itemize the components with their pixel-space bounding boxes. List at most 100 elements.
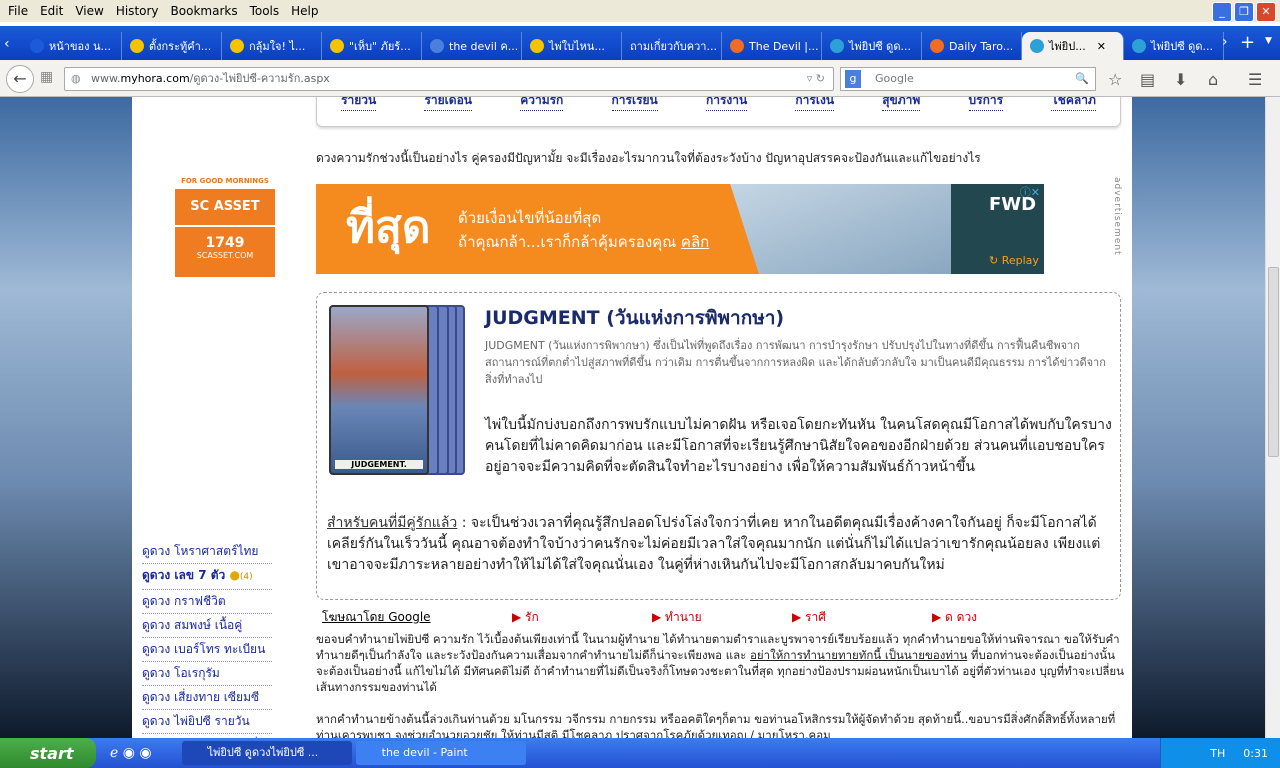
favicon-icon [230, 39, 244, 53]
tab-label: กลุ้มใจ! ไ... [249, 40, 306, 53]
tab[interactable]: ไพ่ยิป... ✕ [1022, 32, 1124, 60]
language-indicator[interactable]: TH [1210, 747, 1225, 760]
side-link[interactable]: ดูดวง โหราศาสตร์ไทย [142, 540, 272, 564]
ad-link[interactable]: ▶ รัก [512, 608, 652, 627]
menu-help[interactable]: Help [291, 4, 318, 18]
card-reading-single: ไพ่ใบนี้มักบ่งบอกถึงการพบรักแบบไม่คาดฝัน… [485, 417, 1112, 475]
replay-button[interactable]: ↻ Replay [989, 254, 1039, 267]
close-button[interactable]: ✕ [1256, 2, 1276, 22]
tab-groups-icon[interactable]: ▦ [40, 69, 53, 85]
menu-history[interactable]: History [116, 4, 159, 18]
taskbar-item-paint[interactable]: the devil - Paint [355, 741, 526, 765]
favicon-icon [530, 39, 544, 53]
tab-label: the devil ค... [449, 40, 519, 53]
url-prefix: www. [91, 72, 121, 85]
reading-list-icon[interactable]: ▤ [1140, 70, 1155, 89]
tab[interactable]: กลุ้มใจ! ไ... [222, 32, 322, 60]
tab-label: The Devil |... [749, 39, 819, 53]
menu-bookmarks[interactable]: Bookmarks [171, 4, 238, 18]
tarot-card-panel: JUDGEMENT. JUDGMENT (วันแห่งการพิพากษา) … [316, 292, 1121, 600]
tab-close-icon[interactable]: ✕ [1097, 40, 1106, 53]
search-magnifier-icon[interactable]: 🔍 [1075, 68, 1089, 90]
tab[interactable]: ไพ่ใบไหน... [522, 32, 622, 60]
ad-close-icon[interactable]: ⓘ✕ [1020, 184, 1040, 200]
side-link-label: ดูดวง สมพงษ์ เนื้อคู่ [142, 618, 243, 632]
tab-label: ไพ่ยิปซี ดูด... [849, 40, 911, 53]
banner-ad[interactable]: ที่สุด ด้วยเงื่อนไขที่น้อยที่สุด ถ้าคุณก… [316, 184, 1044, 274]
nav-link[interactable]: บริการ [968, 97, 1004, 111]
scrollbar-thumb[interactable] [1268, 267, 1279, 457]
judgement-card-image: JUDGEMENT. [329, 305, 469, 475]
leftad-phone: 1749 [205, 235, 245, 251]
leftad-tag: FOR GOOD MORNINGS [181, 177, 269, 185]
category-nav: รายวัน รายเดือน ความรัก การเรียน การงาน การเง… [316, 97, 1121, 127]
download-icon[interactable]: ⬇ [1174, 70, 1187, 89]
side-link-label: ดูดวง เสี่ยงทาย เซียมซี [142, 690, 260, 704]
ad-link[interactable]: ▶ ด ดวง [932, 608, 1072, 627]
banner-headline: ที่สุด [346, 202, 431, 253]
tab[interactable]: the devil ค... [422, 32, 522, 60]
restore-button[interactable]: ❐ [1234, 2, 1254, 22]
reload-icon[interactable]: ▿ ↻ [807, 68, 825, 90]
nav-link[interactable]: สุขภาพ [882, 97, 921, 111]
tab[interactable]: ไพ่ยิปซี ดูด... [1124, 32, 1224, 60]
menu-view[interactable]: View [75, 4, 103, 18]
tab[interactable]: ตั้งกระทู้คำ... [122, 32, 222, 60]
menu-edit[interactable]: Edit [40, 4, 63, 18]
nav-link[interactable]: รายเดือน [424, 97, 472, 111]
home-icon[interactable]: ⌂ [1208, 70, 1218, 89]
side-link[interactable]: ดูดวง โอเรกุรัม [142, 662, 272, 686]
side-links: ดูดวง โหราศาสตร์ไทย ดูดวง เลข 7 ตัว ●(4) ด… [142, 540, 272, 738]
menu-icon[interactable]: ☰ [1248, 70, 1262, 89]
nav-link[interactable]: โชคลาภ [1051, 97, 1096, 111]
nav-link[interactable]: ความรัก [520, 97, 564, 111]
nav-link[interactable]: การงาน [705, 97, 748, 111]
tab[interactable]: ถามเกี่ยวกับควา... [622, 32, 722, 60]
nav-link[interactable]: การเงิน [795, 97, 835, 111]
search-input[interactable]: g Google 🔍 [840, 67, 1096, 91]
google-icon: g [845, 70, 861, 88]
back-button[interactable]: ← [6, 65, 34, 93]
tab[interactable]: "เห็บ" ภัยร้... [322, 32, 422, 60]
tab[interactable]: Daily Taro... [922, 32, 1022, 60]
tab[interactable]: ไพ่ยิปซี ดูด... [822, 32, 922, 60]
window-controls: _ ❐ ✕ [1212, 2, 1276, 22]
menu-tools[interactable]: Tools [250, 4, 280, 18]
tab-list-icon[interactable]: ▼ [1265, 36, 1272, 46]
menu-file[interactable]: File [8, 4, 28, 18]
quick-launch-icons[interactable]: ℯ ◉ ◉ [110, 745, 152, 761]
tab[interactable]: หน้าของ น... [22, 32, 122, 60]
closing-underlined: อย่าให้การทำนายทายทักนี้ เป็นนายของท่าน [750, 648, 968, 662]
banner-line2: ถ้าคุณกล้า...เราก็กล้าคุ้มครองคุณ คลิก [458, 230, 709, 254]
tab-label: Daily Taro... [949, 39, 1014, 53]
bookmark-star-icon[interactable]: ☆ [1108, 70, 1122, 89]
new-tab-button[interactable]: + [1240, 32, 1255, 53]
tabs-scroll-right-icon[interactable]: › [1222, 34, 1228, 50]
sc-asset-ad[interactable]: FOR GOOD MORNINGS SC ASSET 1749 SCASSET.… [175, 177, 275, 281]
side-link[interactable]: ดูดวง เบอร์โทร ทะเบียน [142, 638, 272, 662]
favicon-icon [430, 39, 444, 53]
tab[interactable]: The Devil |... [722, 32, 822, 60]
url-bar[interactable]: ◍ www.myhora.com/ดูดวง-ไพ่ยิปซี-ความรัก.a… [64, 67, 834, 91]
taskbar-item-firefox[interactable]: ไพ่ยิปซี ดูดวงไพ่ยิปซี ... [181, 741, 352, 765]
tab-label: "เห็บ" ภัยร้... [349, 40, 411, 53]
vertical-scrollbar[interactable] [1265, 97, 1280, 738]
side-link[interactable]: ดูดวง สมพงษ์ เนื้อคู่ [142, 614, 272, 638]
minimize-button[interactable]: _ [1212, 2, 1232, 22]
side-link[interactable]: ดูดวง เลข 7 ตัว ●(4) [142, 564, 272, 590]
globe-icon: ◍ [71, 72, 81, 85]
side-link-label: ดูดวง โอเรกุรัม [142, 666, 220, 680]
side-link[interactable]: ดูดวง ไพ่ยิปซี รายวัน [142, 710, 272, 734]
card-reading-couples: สำหรับคนที่มีคู่รักแล้ว : จะเป็นช่วงเวลา… [327, 513, 1112, 576]
ad-link[interactable]: ▶ ราศี [792, 608, 932, 627]
side-link[interactable]: ดูดวง กราฟชีวิต [142, 590, 272, 614]
banner-cta[interactable]: คลิก [681, 233, 709, 251]
ads-by-google-link[interactable]: โฆษณาโดย Google [322, 608, 512, 627]
nav-link[interactable]: รายวัน [341, 97, 377, 111]
tabs-scroll-left-icon[interactable]: ‹ [4, 36, 10, 52]
start-button[interactable]: start [0, 738, 96, 768]
side-link[interactable]: ดูดวง เสี่ยงทาย เซียมซี [142, 686, 272, 710]
ad-link[interactable]: ▶ ทำนาย [652, 608, 792, 627]
system-tray: TH 0:31 [1160, 738, 1280, 768]
nav-link[interactable]: การเรียน [611, 97, 658, 111]
